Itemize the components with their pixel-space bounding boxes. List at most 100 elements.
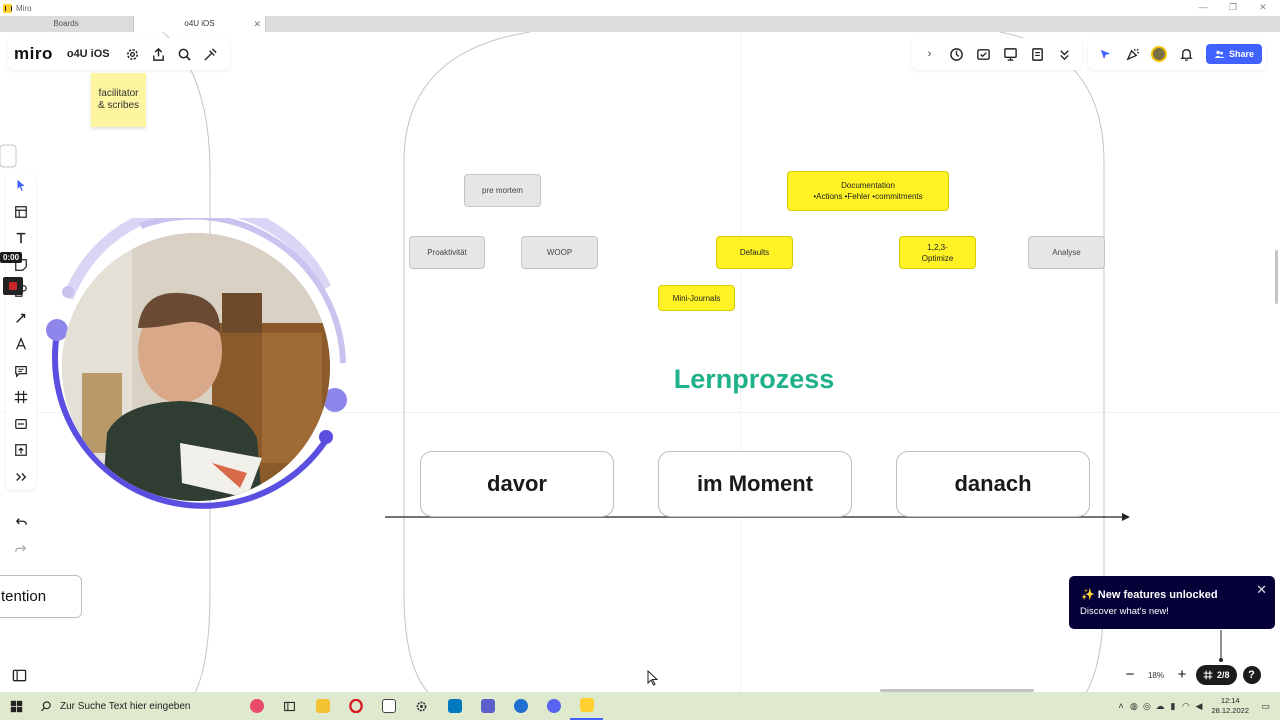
frame-tool-icon[interactable] xyxy=(8,384,34,411)
taskbar-clock[interactable]: 12:14 28.12.2022 xyxy=(1211,696,1249,716)
toast-title-row: ✨ New features unlocked xyxy=(1081,588,1218,601)
tab-close-icon[interactable]: ✕ xyxy=(253,16,261,32)
card-documentation-items: •Actions •Fehler •commitments xyxy=(813,192,923,201)
taskbar-settings[interactable] xyxy=(405,692,438,720)
phase-box-im-moment[interactable]: im Moment xyxy=(658,451,852,517)
notes-icon[interactable] xyxy=(1024,41,1051,68)
search-icon[interactable] xyxy=(172,41,198,67)
tab-boards[interactable]: Boards xyxy=(0,16,132,32)
comment-tool-icon[interactable] xyxy=(8,358,34,385)
board-name[interactable]: o4U iOS xyxy=(67,48,110,60)
card-defaults[interactable]: Defaults xyxy=(716,236,793,269)
taskbar-search-placeholder: Zur Suche Text hier eingeben xyxy=(60,700,191,712)
card-tool-icon[interactable] xyxy=(8,411,34,438)
text-tool-icon[interactable] xyxy=(8,225,34,252)
reactions-icon[interactable] xyxy=(1119,41,1146,68)
windows-start-button[interactable] xyxy=(0,692,32,720)
close-icon[interactable]: ✕ xyxy=(1256,582,1267,598)
frames-icon xyxy=(1203,670,1213,680)
text-box-intention[interactable]: tention xyxy=(0,575,82,618)
help-button[interactable]: ? xyxy=(1242,666,1261,684)
templates-icon[interactable] xyxy=(8,199,34,226)
vertical-scrollbar[interactable] xyxy=(1275,250,1278,304)
connection-line-icon[interactable] xyxy=(8,305,34,332)
taskbar-teams[interactable] xyxy=(471,692,504,720)
taskbar-app-y[interactable] xyxy=(372,692,405,720)
zoom-in-button[interactable]: + xyxy=(1174,667,1190,683)
export-icon[interactable] xyxy=(146,41,172,67)
card-documentation[interactable]: Documentation •Actions •Fehler •commitme… xyxy=(787,171,949,211)
taskbar-discord[interactable] xyxy=(537,692,570,720)
apps-icon[interactable] xyxy=(198,41,224,67)
settings-icon[interactable] xyxy=(120,41,146,67)
minimize-button[interactable]: — xyxy=(1188,0,1218,16)
phase-label: danach xyxy=(954,471,1032,496)
system-tray: ˄ ◍ ◎ ☁ ▮ ◠ ◀ 12:14 28.12.2022 ▭ xyxy=(1114,692,1280,720)
card-woop[interactable]: WOOP xyxy=(521,236,598,269)
cloud-icon[interactable]: ☁ xyxy=(1153,701,1166,712)
collab-toolbar: › Share xyxy=(906,38,1266,70)
more-tools-icon[interactable] xyxy=(8,464,34,491)
taskbar-app-circle[interactable] xyxy=(504,692,537,720)
tab-label: o4U iOS xyxy=(184,19,215,28)
card-analyse[interactable]: Analyse xyxy=(1028,236,1105,269)
zoom-out-button[interactable]: − xyxy=(1122,667,1138,683)
miro-app-icon xyxy=(3,3,12,13)
sparkle-icon: ✨ xyxy=(1081,589,1095,601)
presentation-icon[interactable] xyxy=(997,41,1024,68)
search-icon xyxy=(41,701,51,712)
close-window-button[interactable]: ✕ xyxy=(1248,0,1278,16)
sticky-note-facilitator[interactable]: facilitator & scribes xyxy=(91,73,146,127)
undo-icon[interactable] xyxy=(8,510,34,537)
chevron-right-icon[interactable]: › xyxy=(916,41,943,68)
microphone-icon[interactable]: ▮ xyxy=(1166,701,1179,712)
select-cursor-icon[interactable] xyxy=(8,172,34,199)
frames-button[interactable]: 2/8 xyxy=(1196,665,1237,685)
taskbar-file-explorer[interactable] xyxy=(306,692,339,720)
timer-icon[interactable] xyxy=(943,41,970,68)
volume-icon[interactable]: ◀ xyxy=(1192,701,1205,712)
avatar[interactable] xyxy=(1146,41,1173,68)
board-toolbar: miro o4U iOS xyxy=(8,38,230,70)
pen-tool-icon[interactable] xyxy=(8,331,34,358)
taskbar-task-view[interactable] xyxy=(273,692,306,720)
board-title[interactable]: Lernprozess xyxy=(114,364,1280,395)
phase-box-davor[interactable]: davor xyxy=(420,451,614,517)
card-proaktivitaet[interactable]: Proaktivität xyxy=(409,236,485,269)
taskbar-opera[interactable] xyxy=(339,692,372,720)
card-mini-journals[interactable]: Mini-Journals xyxy=(658,285,735,311)
board-panel-button[interactable] xyxy=(8,664,30,686)
taskbar-trello[interactable] xyxy=(438,692,471,720)
zoom-level[interactable]: 18% xyxy=(1144,671,1168,680)
redo-icon[interactable] xyxy=(8,537,34,564)
maximize-button[interactable]: ❐ xyxy=(1218,0,1248,16)
mouse-pointer-icon xyxy=(647,670,659,686)
creation-toolbar xyxy=(6,172,36,490)
voting-icon[interactable] xyxy=(970,41,997,68)
tab-board[interactable]: o4U iOS ✕ xyxy=(133,16,266,32)
more-chevron-icon[interactable] xyxy=(1051,41,1078,68)
notification-center-icon[interactable]: ▭ xyxy=(1259,701,1272,712)
tray-app-icon[interactable]: ◎ xyxy=(1140,701,1153,712)
card-optimize[interactable]: 1,2,3- Optimize xyxy=(899,236,976,269)
upload-tool-icon[interactable] xyxy=(8,437,34,464)
taskbar-sticker-app[interactable] xyxy=(240,692,273,720)
tray-app-icon[interactable]: ◍ xyxy=(1127,701,1140,712)
recording-stop-button[interactable] xyxy=(3,277,23,295)
miro-logo[interactable]: miro xyxy=(14,44,53,64)
phase-label: davor xyxy=(487,471,547,496)
chevron-up-icon[interactable]: ˄ xyxy=(1114,701,1127,711)
new-features-toast[interactable]: ✨ New features unlocked Discover what's … xyxy=(1069,576,1275,629)
share-button[interactable]: Share xyxy=(1205,44,1262,64)
wifi-icon[interactable]: ◠ xyxy=(1179,701,1192,712)
card-pre-mortem[interactable]: pre mortem xyxy=(464,174,541,207)
undo-redo-group xyxy=(6,510,36,566)
follow-icon[interactable] xyxy=(1092,41,1119,68)
taskbar-miro[interactable] xyxy=(570,692,603,720)
bell-icon[interactable] xyxy=(1173,41,1200,68)
toast-title: New features unlocked xyxy=(1097,589,1218,601)
taskbar-search[interactable]: Zur Suche Text hier eingeben xyxy=(32,692,240,720)
window-titlebar: Miro — ❐ ✕ xyxy=(0,0,1280,16)
phase-box-danach[interactable]: danach xyxy=(896,451,1090,517)
people-icon xyxy=(1214,50,1225,58)
